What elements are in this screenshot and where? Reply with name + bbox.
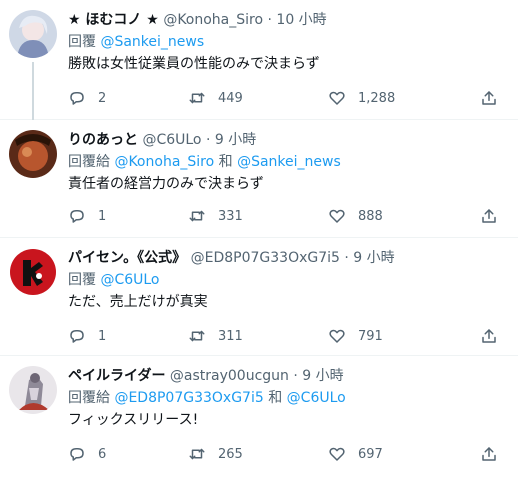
timestamp[interactable]: 10 小時	[276, 12, 326, 28]
tweet-header: りのあっと @C6ULo · 9 小時	[68, 130, 508, 150]
tweet-text: ただ、売上だけが真実	[68, 294, 208, 310]
avatar[interactable]	[9, 130, 57, 178]
share-icon	[480, 89, 498, 107]
like-count: 791	[358, 328, 383, 344]
action-bar: 2 449 1,288	[68, 86, 498, 110]
retweet-icon	[188, 445, 206, 463]
avatar[interactable]	[9, 10, 57, 58]
reply-button[interactable]: 6	[68, 442, 106, 466]
tweet[interactable]: ペイルライダー @astray00ucgun · 9 小時 回覆給 @ED8P0…	[0, 356, 518, 480]
like-button[interactable]: 791	[328, 324, 383, 348]
user-handle[interactable]: @astray00ucgun	[170, 368, 289, 384]
avatar[interactable]	[9, 248, 57, 296]
reply-context: 回覆 @C6ULo	[68, 270, 508, 290]
timestamp[interactable]: 9 小時	[302, 368, 343, 384]
like-count: 1,288	[358, 90, 396, 106]
like-count: 888	[358, 208, 383, 224]
thread-line	[32, 62, 34, 120]
tweet-text: 責任者の経営力のみで決まらず	[68, 176, 264, 192]
heart-icon	[328, 445, 346, 463]
retweet-button[interactable]: 311	[188, 324, 243, 348]
share-button[interactable]	[480, 86, 498, 110]
retweet-count: 331	[218, 208, 243, 224]
retweet-icon	[188, 89, 206, 107]
retweet-button[interactable]: 449	[188, 86, 243, 110]
retweet-icon	[188, 207, 206, 225]
mention-link[interactable]: @C6ULo	[287, 390, 346, 406]
separator: ·	[267, 12, 272, 28]
mention-link[interactable]: @C6ULo	[100, 272, 159, 288]
action-bar: 6 265 697	[68, 442, 498, 466]
heart-icon	[328, 207, 346, 225]
mention-link[interactable]: @ED8P07G33OxG7i5	[114, 390, 263, 406]
reply-prefix: 回覆	[68, 34, 96, 50]
timestamp[interactable]: 9 小時	[353, 250, 394, 266]
tweet-header: パイセン。《公式》 @ED8P07G33OxG7i5 · 9 小時	[68, 248, 508, 268]
share-button[interactable]	[480, 442, 498, 466]
reply-count: 1	[98, 328, 107, 344]
reply-count: 2	[98, 90, 107, 106]
action-bar: 1 331 888	[68, 204, 498, 228]
reply-icon	[68, 89, 86, 107]
reply-button[interactable]: 1	[68, 204, 106, 228]
separator: ·	[344, 250, 349, 266]
reply-context: 回覆給 @Konoha_Siro 和 @Sankei_news	[68, 152, 508, 172]
user-handle[interactable]: @ED8P07G33OxG7i5	[191, 250, 340, 266]
mention-link[interactable]: @Konoha_Siro	[114, 154, 214, 170]
tweet-text: 勝敗は女性従業員の性能のみで決まらず	[68, 56, 320, 72]
reply-context: 回覆 @Sankei_news	[68, 32, 508, 52]
reply-icon	[68, 445, 86, 463]
avatar[interactable]	[9, 366, 57, 414]
share-button[interactable]	[480, 324, 498, 348]
reply-button[interactable]: 1	[68, 324, 106, 348]
retweet-button[interactable]: 331	[188, 204, 243, 228]
retweet-button[interactable]: 265	[188, 442, 243, 466]
separator: ·	[293, 368, 298, 384]
reply-prefix: 回覆給	[68, 154, 110, 170]
display-name[interactable]: ★ ほむコノ ★	[68, 12, 159, 28]
tweet[interactable]: りのあっと @C6ULo · 9 小時 回覆給 @Konoha_Siro 和 @…	[0, 120, 518, 238]
reply-count: 1	[98, 208, 107, 224]
heart-icon	[328, 89, 346, 107]
tweet[interactable]: パイセン。《公式》 @ED8P07G33OxG7i5 · 9 小時 回覆 @C6…	[0, 238, 518, 356]
like-count: 697	[358, 446, 383, 462]
separator: ·	[205, 132, 211, 148]
reply-prefix: 回覆給	[68, 390, 110, 406]
share-icon	[480, 445, 498, 463]
tweet-text: フィックスリリース!	[68, 412, 199, 428]
display-name[interactable]: パイセン。《公式》	[68, 250, 186, 266]
display-name[interactable]: ペイルライダー	[68, 368, 165, 384]
like-button[interactable]: 888	[328, 204, 383, 228]
share-icon	[480, 207, 498, 225]
reply-icon	[68, 327, 86, 345]
reply-join: 和	[268, 390, 283, 406]
retweet-count: 449	[218, 90, 243, 106]
reply-button[interactable]: 2	[68, 86, 106, 110]
share-icon	[480, 327, 498, 345]
reply-context: 回覆給 @ED8P07G33OxG7i5 和 @C6ULo	[68, 388, 508, 408]
display-name[interactable]: りのあっと	[68, 132, 138, 148]
tweet-header: ★ ほむコノ ★ @Konoha_Siro · 10 小時	[68, 10, 508, 30]
reply-count: 6	[98, 446, 107, 462]
retweet-count: 265	[218, 446, 243, 462]
timestamp[interactable]: 9 小時	[215, 132, 256, 148]
action-bar: 1 311 791	[68, 324, 498, 348]
retweet-icon	[188, 327, 206, 345]
share-button[interactable]	[480, 204, 498, 228]
like-button[interactable]: 1,288	[328, 86, 395, 110]
reply-icon	[68, 207, 86, 225]
reply-prefix: 回覆	[68, 272, 96, 288]
reply-join: 和	[218, 154, 233, 170]
user-handle[interactable]: @Konoha_Siro	[163, 12, 263, 28]
mention-link[interactable]: @Sankei_news	[100, 34, 204, 50]
retweet-count: 311	[218, 328, 243, 344]
tweet-header: ペイルライダー @astray00ucgun · 9 小時	[68, 366, 508, 386]
like-button[interactable]: 697	[328, 442, 383, 466]
tweet[interactable]: ★ ほむコノ ★ @Konoha_Siro · 10 小時 回覆 @Sankei…	[0, 0, 518, 120]
mention-link[interactable]: @Sankei_news	[237, 154, 341, 170]
user-handle[interactable]: @C6ULo	[142, 132, 201, 148]
heart-icon	[328, 327, 346, 345]
